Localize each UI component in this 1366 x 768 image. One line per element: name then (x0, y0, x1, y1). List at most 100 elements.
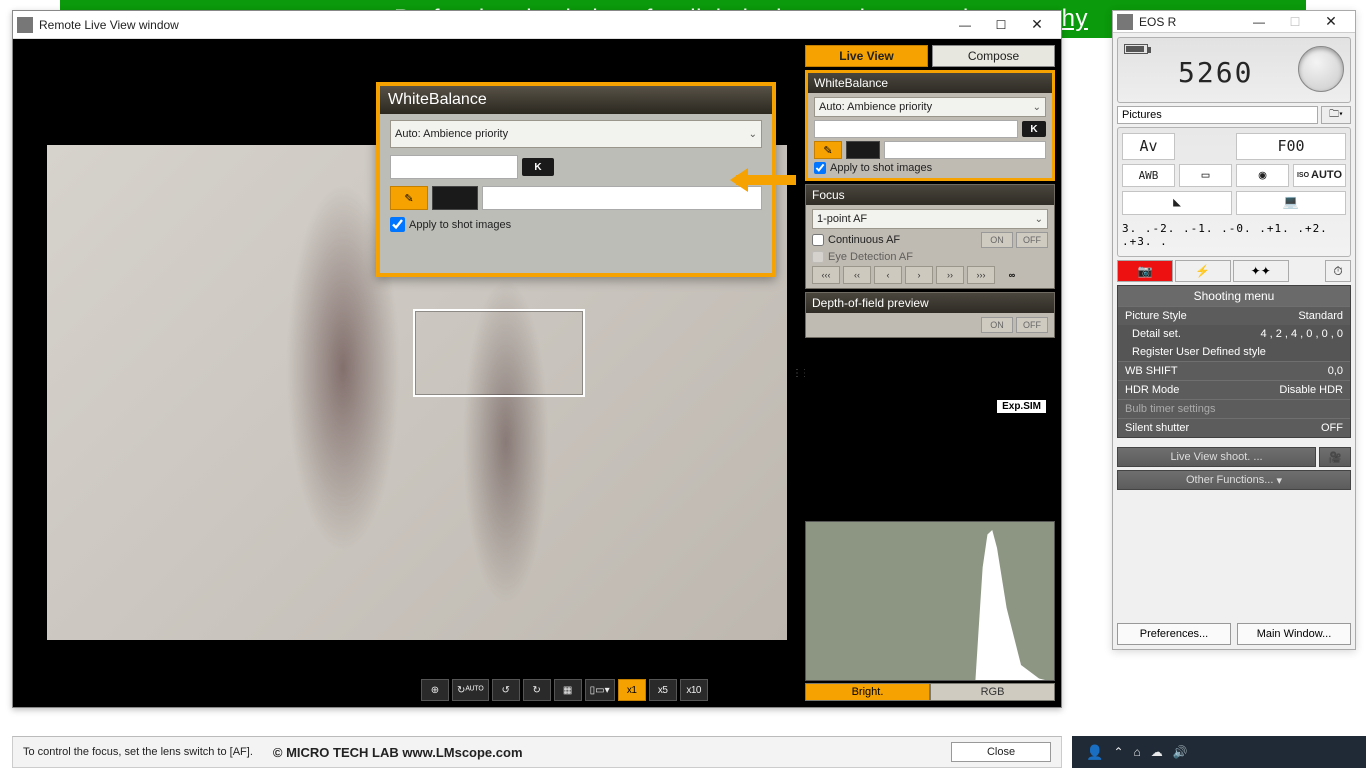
zoom-x10-button[interactable]: x10 (680, 679, 708, 701)
apply-to-shot-label: Apply to shot images (830, 162, 932, 174)
menu-row-key: HDR Mode (1125, 384, 1179, 396)
shots-remaining: 5260 (1178, 56, 1253, 89)
focus-rectangle[interactable] (413, 309, 585, 397)
aperture-cell[interactable]: F00 (1236, 133, 1346, 160)
live-view-shoot-button[interactable]: Live View shoot. ... (1117, 447, 1316, 467)
tray-bt-icon[interactable]: ⌂ (1134, 745, 1141, 759)
footer-close-button[interactable]: Close (951, 742, 1051, 762)
dof-panel: Depth-of-field preview ON OFF (805, 292, 1055, 338)
close-button[interactable]: ✕ (1019, 13, 1055, 37)
tab-live-view[interactable]: Live View (805, 45, 928, 67)
tray-cloud-icon[interactable]: ☁ (1151, 745, 1163, 759)
auto-icon[interactable]: ↻ᴬᵁᵀᴼ (452, 679, 489, 701)
focus-far-1[interactable]: ‹ (874, 266, 902, 284)
callout-wb-shift-button[interactable] (432, 186, 478, 210)
target-icon[interactable]: ⊕ (421, 679, 449, 701)
continuous-af-on[interactable]: ON (981, 232, 1013, 248)
histogram-tab-rgb[interactable]: RGB (930, 683, 1055, 701)
apply-to-shot-input[interactable] (814, 162, 826, 174)
liveview-title: Remote Live View window (39, 18, 947, 32)
callout-eyedropper-button[interactable]: ✎ (390, 186, 428, 210)
people-icon[interactable]: 👤 (1086, 744, 1103, 761)
apply-to-shot-checkbox[interactable]: Apply to shot images (814, 162, 1046, 174)
callout-apply-checkbox[interactable]: Apply to shot images (390, 217, 762, 232)
menu-row-key: WB SHIFT (1125, 365, 1178, 377)
live-view-shoot-icon[interactable]: 🎥 (1319, 447, 1351, 467)
destination-cell[interactable]: 💻 (1236, 191, 1346, 215)
callout-apply-label: Apply to shot images (409, 219, 511, 231)
focus-far-3[interactable]: ‹‹‹ (812, 266, 840, 284)
minimize-button[interactable]: — (947, 13, 983, 37)
eos-close-button[interactable]: ✕ (1313, 10, 1349, 34)
wb-swatch (884, 141, 1046, 159)
wb-cell[interactable]: AWB (1122, 164, 1175, 188)
menu-row-value: Standard (1298, 310, 1343, 322)
kelvin-input[interactable] (814, 120, 1018, 138)
shooting-menu-row[interactable]: Picture Style Standard (1118, 306, 1350, 325)
other-functions-dropdown[interactable]: Other Functions... ▾ (1117, 470, 1351, 490)
histogram-tab-bright[interactable]: Bright. (805, 683, 930, 701)
focus-far-2[interactable]: ‹‹ (843, 266, 871, 284)
chevron-down-icon: ⌄ (1033, 102, 1041, 113)
focus-near-1[interactable]: › (905, 266, 933, 284)
maximize-button[interactable]: ☐ (983, 13, 1019, 37)
grid-icon[interactable]: ▦ (554, 679, 582, 701)
dof-off[interactable]: OFF (1016, 317, 1048, 333)
shooting-menu-row[interactable]: WB SHIFT0,0 (1118, 361, 1350, 380)
shooting-menu-row[interactable]: Detail set.4 , 2 , 4 , 0 , 0 , 0 (1118, 325, 1350, 343)
timer-button[interactable]: ⏱ (1325, 260, 1351, 282)
focus-near-2[interactable]: ›› (936, 266, 964, 284)
menu-row-key: Bulb timer settings (1125, 403, 1215, 415)
tray-volume-icon[interactable]: 🔊 (1173, 745, 1188, 759)
dof-on[interactable]: ON (981, 317, 1013, 333)
rotate-cw-icon[interactable]: ↻ (523, 679, 551, 701)
callout-wb-mode-dropdown[interactable]: Auto: Ambience priority ⌄ (390, 120, 762, 148)
continuous-af-off[interactable]: OFF (1016, 232, 1048, 248)
tools-button[interactable]: ✦✦ (1233, 260, 1289, 282)
menu-row-key: Picture Style (1125, 310, 1187, 322)
focus-panel: Focus 1-point AF ⌄ Continuous AF ON OF (805, 184, 1055, 289)
aspect-icon[interactable]: ▯▭▾ (585, 679, 615, 701)
mode-cell[interactable]: Av (1122, 133, 1175, 160)
metering-cell[interactable]: ◉ (1236, 164, 1289, 188)
eye-detection-label: Eye Detection AF (828, 251, 913, 263)
whitebalance-mode-dropdown[interactable]: Auto: Ambience priority ⌄ (814, 97, 1046, 117)
continuous-af-input[interactable] (812, 234, 824, 246)
zoom-x5-button[interactable]: x5 (649, 679, 677, 701)
main-window-button[interactable]: Main Window... (1237, 623, 1351, 645)
iso-cell[interactable]: ISOAUTO (1293, 164, 1346, 188)
shooting-menu-row[interactable]: Silent shutterOFF (1118, 418, 1350, 437)
tray-chevron-icon[interactable]: ⌃ (1113, 745, 1123, 759)
pane-splitter[interactable] (795, 39, 805, 707)
drive-cell[interactable]: ▭ (1179, 164, 1232, 188)
flash-button[interactable]: ⚡ (1175, 260, 1231, 282)
tab-compose[interactable]: Compose (932, 45, 1055, 67)
shooting-menu-head[interactable]: Shooting menu (1118, 286, 1350, 306)
preferences-button[interactable]: Preferences... (1117, 623, 1231, 645)
shooting-menu-row[interactable]: Register User Defined style (1118, 343, 1350, 361)
quality-cell[interactable]: ◣ (1122, 191, 1232, 215)
eos-minimize-button[interactable]: — (1241, 10, 1277, 34)
shutter-button[interactable]: 📷 (1117, 260, 1173, 282)
wb-shift-button[interactable] (846, 141, 880, 159)
windows-taskbar[interactable]: 👤 ⌃ ⌂ ☁ 🔊 (1072, 736, 1366, 768)
menu-row-key: Register User Defined style (1132, 346, 1266, 358)
zoom-x1-button[interactable]: x1 (618, 679, 646, 701)
callout-apply-input[interactable] (390, 217, 405, 232)
shooting-menu-row[interactable]: HDR ModeDisable HDR (1118, 380, 1350, 399)
eyedropper-button[interactable]: ✎ (814, 141, 842, 159)
callout-kelvin-input[interactable] (390, 155, 518, 179)
eos-maximize-button[interactable]: ☐ (1277, 10, 1313, 34)
browse-folder-button[interactable]: 🗀▾ (1321, 106, 1351, 124)
eos-title-bar[interactable]: EOS R — ☐ ✕ (1113, 11, 1355, 33)
rotate-ccw-icon[interactable]: ↺ (492, 679, 520, 701)
exposure-scale[interactable]: 3. .-2. .-1. .-0. .+1. .+2. .+3. . (1122, 219, 1346, 252)
mode-dial[interactable] (1298, 46, 1344, 92)
save-folder[interactable]: Pictures (1117, 106, 1318, 124)
chevron-down-icon: ⌄ (1035, 214, 1043, 225)
liveview-footer: To control the focus, set the lens switc… (12, 736, 1062, 768)
liveview-title-bar[interactable]: Remote Live View window — ☐ ✕ (13, 11, 1061, 39)
focus-mode-dropdown[interactable]: 1-point AF ⌄ (812, 209, 1048, 229)
continuous-af-checkbox[interactable]: Continuous AF (812, 234, 900, 246)
focus-near-3[interactable]: ››› (967, 266, 995, 284)
